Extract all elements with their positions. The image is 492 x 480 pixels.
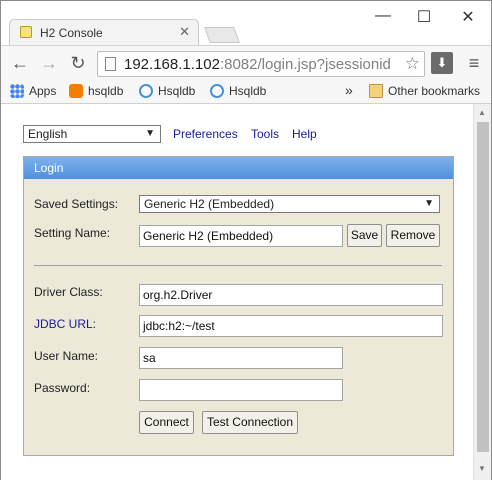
vertical-scrollbar[interactable]: ▲ ▼	[473, 104, 491, 480]
bookmark-hsqldb-1[interactable]: hsqldb	[69, 84, 123, 98]
chevron-down-icon: ▼	[145, 128, 155, 139]
page-content: English ▼ Preferences Tools Help Login S…	[1, 104, 473, 480]
setting-name-input[interactable]: Generic H2 (Embedded)	[139, 225, 343, 247]
new-tab-button[interactable]	[204, 27, 240, 43]
jdbc-url-input[interactable]: jdbc:h2:~/test	[139, 315, 443, 337]
chevron-down-icon: ▼	[424, 198, 434, 209]
bookmarks-overflow-chevron[interactable]: »	[345, 82, 353, 98]
folder-icon	[369, 84, 383, 98]
connect-button[interactable]: Connect	[139, 411, 194, 434]
panel-title: Login	[24, 157, 453, 179]
saved-settings-select[interactable]: Generic H2 (Embedded) ▼	[139, 195, 440, 213]
saved-settings-label: Saved Settings:	[34, 197, 119, 211]
download-icon[interactable]: ⬇	[431, 52, 453, 74]
bookmark-apps[interactable]: Apps	[10, 84, 56, 98]
bookmarks-bar: Apps hsqldb Hsqldb Hsqldb » Other bookma…	[1, 81, 491, 104]
user-name-label: User Name:	[34, 349, 99, 363]
preferences-link[interactable]: Preferences	[173, 127, 238, 141]
other-bookmarks[interactable]: Other bookmarks	[369, 84, 480, 98]
test-connection-button[interactable]: Test Connection	[202, 411, 298, 434]
browser-window: H2 Console ✕ — ☐ ✕ ← → ↻ 192.168.1.102:8…	[0, 0, 492, 480]
forward-button[interactable]: →	[38, 52, 60, 74]
password-input[interactable]	[139, 379, 343, 401]
driver-class-input[interactable]: org.h2.Driver	[139, 284, 443, 306]
tab-h2-console[interactable]: H2 Console ✕	[9, 19, 199, 46]
chrome-menu-icon[interactable]: ≡	[463, 52, 485, 74]
search-icon	[139, 84, 153, 98]
search-icon	[210, 84, 224, 98]
tools-link[interactable]: Tools	[251, 127, 279, 141]
tab-close-icon[interactable]: ✕	[179, 24, 190, 40]
bookmark-star-icon[interactable]: ☆	[405, 54, 420, 74]
password-label: Password:	[34, 381, 91, 395]
tab-title: H2 Console	[40, 26, 103, 40]
help-link[interactable]: Help	[292, 127, 317, 141]
address-bar[interactable]: 192.168.1.102:8082/login.jsp?jsessionid …	[97, 51, 425, 77]
maximize-button[interactable]: ☐	[404, 7, 444, 27]
login-panel: Login Saved Settings: Generic H2 (Embedd…	[23, 156, 454, 456]
language-select[interactable]: English ▼	[23, 125, 161, 143]
scrollbar-thumb[interactable]	[477, 122, 489, 452]
tab-strip: H2 Console ✕ — ☐ ✕	[1, 1, 491, 46]
blogger-icon	[69, 84, 83, 98]
page-icon	[105, 57, 116, 71]
navigation-bar: ← → ↻ 192.168.1.102:8082/login.jsp?jsess…	[1, 45, 491, 82]
bookmark-hsqldb-2[interactable]: Hsqldb	[139, 84, 195, 98]
scroll-down-icon[interactable]: ▼	[478, 464, 486, 473]
minimize-button[interactable]: —	[363, 7, 403, 25]
reload-button[interactable]: ↻	[67, 52, 89, 74]
driver-class-label: Driver Class:	[34, 285, 103, 299]
close-window-button[interactable]: ✕	[448, 7, 488, 27]
apps-grid-icon	[10, 84, 24, 98]
back-button[interactable]: ←	[9, 52, 31, 74]
save-button[interactable]: Save	[347, 224, 382, 247]
bookmark-hsqldb-3[interactable]: Hsqldb	[210, 84, 266, 98]
setting-name-label: Setting Name:	[34, 226, 111, 240]
user-name-input[interactable]: sa	[139, 347, 343, 369]
h2-favicon-icon	[20, 26, 32, 38]
scroll-up-icon[interactable]: ▲	[478, 108, 486, 117]
divider	[34, 265, 442, 266]
remove-button[interactable]: Remove	[386, 224, 440, 247]
url-text: 192.168.1.102:8082/login.jsp?jsessionid	[124, 56, 391, 73]
jdbc-url-label[interactable]: JDBC URL:	[34, 317, 96, 331]
